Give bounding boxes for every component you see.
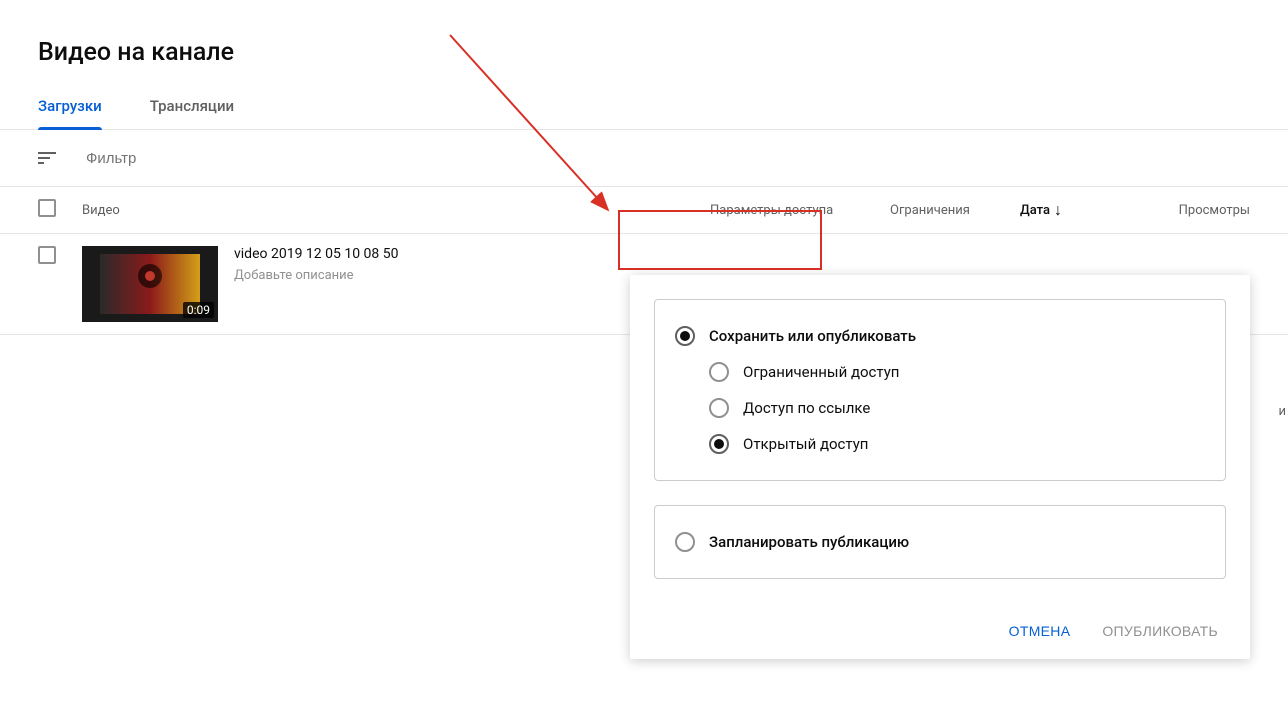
radio-label: Сохранить или опубликовать — [709, 327, 916, 345]
column-video[interactable]: Видео — [82, 203, 710, 218]
row-checkbox[interactable] — [38, 246, 56, 264]
filter-row — [0, 130, 1288, 187]
video-description[interactable]: Добавьте описание — [234, 268, 398, 283]
video-title[interactable]: video 2019 12 05 10 08 50 — [234, 246, 398, 262]
radio-label: Запланировать публикацию — [709, 533, 909, 551]
save-publish-group: Сохранить или опубликовать Ограниченный … — [654, 299, 1226, 481]
radio-icon — [675, 326, 695, 346]
radio-label: Доступ по ссылке — [743, 399, 870, 417]
radio-unlisted[interactable]: Доступ по ссылке — [675, 390, 1205, 426]
radio-icon — [709, 434, 729, 454]
column-views[interactable]: Просмотры — [1150, 203, 1250, 218]
column-date-label: Дата — [1020, 203, 1050, 218]
publish-button[interactable]: ОПУБЛИКОВАТЬ — [1090, 615, 1230, 647]
radio-label: Открытый доступ — [743, 435, 868, 453]
video-thumbnail[interactable]: 0:09 — [82, 246, 218, 322]
video-info: video 2019 12 05 10 08 50 Добавьте описа… — [234, 246, 398, 283]
radio-public[interactable]: Открытый доступ — [675, 426, 1205, 462]
select-all-checkbox[interactable] — [38, 199, 56, 217]
radio-private[interactable]: Ограниченный доступ — [675, 354, 1205, 390]
radio-label: Ограниченный доступ — [743, 363, 899, 381]
tabs: Загрузки Трансляции — [0, 67, 1288, 130]
column-date[interactable]: Дата ↓ — [1020, 200, 1150, 220]
annotation-highlight — [618, 210, 822, 270]
visibility-popover: Сохранить или опубликовать Ограниченный … — [630, 275, 1250, 659]
radio-icon — [709, 362, 729, 382]
column-restrictions[interactable]: Ограничения — [890, 203, 1020, 218]
filter-input[interactable] — [86, 150, 1250, 167]
page-title: Видео на канале — [0, 0, 1288, 67]
play-icon — [138, 264, 162, 288]
cancel-button[interactable]: ОТМЕНА — [997, 615, 1083, 647]
schedule-group: Запланировать публикацию — [654, 505, 1226, 579]
radio-schedule[interactable]: Запланировать публикацию — [675, 524, 1205, 560]
video-duration: 0:09 — [183, 302, 214, 318]
sort-down-icon: ↓ — [1054, 200, 1062, 220]
radio-save-publish[interactable]: Сохранить или опубликовать — [675, 318, 1205, 354]
tab-live[interactable]: Трансляции — [150, 97, 234, 129]
popover-footer: ОТМЕНА ОПУБЛИКОВАТЬ — [630, 603, 1250, 659]
truncated-text: и — [1278, 404, 1286, 419]
tab-uploads[interactable]: Загрузки — [38, 97, 102, 129]
radio-icon — [675, 532, 695, 552]
filter-icon[interactable] — [38, 146, 62, 170]
radio-icon — [709, 398, 729, 418]
